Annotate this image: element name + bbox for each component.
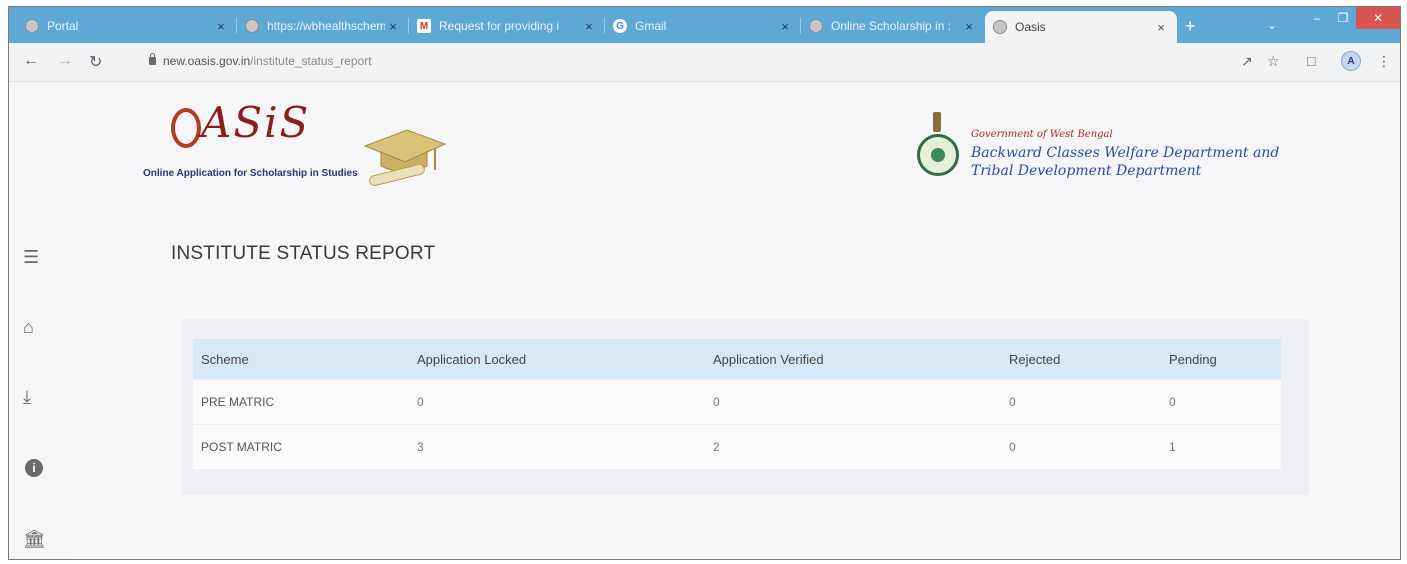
- table-row: POST MATRIC 3 2 0 1: [193, 424, 1281, 469]
- close-tab-icon[interactable]: ×: [581, 19, 597, 34]
- tab-title: Portal: [47, 19, 79, 33]
- share-icon[interactable]: ↗: [1241, 53, 1253, 70]
- sidebar: ☰ ⌂ ⤓ i 🏛: [9, 207, 69, 559]
- oasis-logo-text: ASiS: [201, 98, 311, 147]
- bookmark-star-icon[interactable]: ☆: [1267, 53, 1280, 70]
- tab-oasis[interactable]: Oasis ×: [985, 11, 1177, 43]
- bank-icon[interactable]: 🏛: [23, 529, 46, 550]
- table-header-row: Scheme Application Locked Application Ve…: [193, 339, 1281, 380]
- close-tab-icon[interactable]: ×: [777, 19, 793, 34]
- tab-search-chevron-icon[interactable]: ⌄: [1267, 18, 1277, 32]
- main-content: INSTITUTE STATUS REPORT Scheme Applicati…: [69, 207, 1399, 559]
- google-icon: G: [613, 19, 627, 33]
- tab-request-email[interactable]: M Request for providing i ×: [409, 11, 605, 41]
- globe-icon: [993, 20, 1007, 34]
- rejected-cell: 0: [1001, 379, 1161, 425]
- forward-arrow-icon[interactable]: →: [57, 52, 73, 70]
- department-line-2: Tribal Development Department: [971, 163, 1202, 179]
- minimize-icon[interactable]: –: [1304, 7, 1330, 29]
- tab-wbhealthscheme[interactable]: https://wbhealthschem ×: [237, 11, 409, 41]
- tab-title: https://wbhealthschem: [267, 19, 385, 33]
- browser-window: Portal × https://wbhealthschem × M Reque…: [8, 6, 1401, 560]
- tab-title: Oasis: [1015, 20, 1046, 34]
- profile-avatar[interactable]: A: [1341, 51, 1361, 71]
- back-arrow-icon[interactable]: ←: [23, 52, 39, 70]
- download-icon[interactable]: ⤓: [23, 387, 31, 408]
- rejected-cell: 0: [1001, 424, 1161, 469]
- column-header: Application Verified: [713, 351, 824, 367]
- browser-toolbar: ← → ↻ new.oasis.gov.in/institute_status_…: [9, 43, 1400, 82]
- column-header: Application Locked: [417, 351, 527, 367]
- home-icon[interactable]: ⌂: [23, 317, 34, 338]
- window-close-icon[interactable]: ✕: [1356, 7, 1400, 29]
- scheme-cell: POST MATRIC: [193, 424, 409, 469]
- url-path: /institute_status_report: [250, 54, 372, 68]
- globe-icon: [245, 19, 259, 33]
- restore-icon[interactable]: ❐: [1330, 7, 1356, 29]
- tab-strip: Portal × https://wbhealthschem × M Reque…: [9, 7, 1400, 43]
- scheme-cell: PRE MATRIC: [193, 379, 409, 425]
- address-bar[interactable]: new.oasis.gov.in/institute_status_report: [163, 54, 372, 68]
- gmail-icon: M: [417, 19, 431, 33]
- state-emblem-icon: [933, 112, 941, 132]
- graduation-cap-icon: [363, 129, 447, 187]
- tab-online-scholarship[interactable]: Online Scholarship in : ×: [801, 11, 985, 41]
- close-tab-icon[interactable]: ×: [213, 19, 229, 34]
- tab-title: Online Scholarship in :: [831, 19, 952, 33]
- column-header: Rejected: [1009, 351, 1061, 367]
- tab-title: Request for providing i: [439, 19, 560, 33]
- page-title: INSTITUTE STATUS REPORT: [171, 243, 436, 264]
- menu-icon[interactable]: ☰: [23, 247, 39, 268]
- column-header: Pending: [1169, 351, 1217, 367]
- tab-gmail[interactable]: G Gmail ×: [605, 11, 801, 41]
- close-tab-icon[interactable]: ×: [385, 19, 401, 34]
- info-icon[interactable]: i: [25, 459, 43, 477]
- globe-icon: [809, 19, 823, 33]
- government-label: Government of West Bengal: [971, 129, 1113, 140]
- west-bengal-emblem-icon: [917, 134, 959, 176]
- url-host: new.oasis.gov.in: [163, 54, 251, 68]
- reload-icon[interactable]: ↻: [89, 52, 102, 72]
- kebab-menu-icon[interactable]: ⋮: [1377, 53, 1391, 70]
- close-tab-icon[interactable]: ×: [1153, 20, 1169, 35]
- globe-icon: [25, 19, 39, 33]
- side-panel-icon[interactable]: □: [1307, 53, 1315, 69]
- status-report-table: Scheme Application Locked Application Ve…: [193, 339, 1281, 469]
- locked-cell: 0: [409, 379, 705, 425]
- logo-tagline: Online Application for Scholarship in St…: [143, 168, 358, 179]
- close-tab-icon[interactable]: ×: [961, 19, 977, 34]
- pending-cell: 0: [1161, 379, 1281, 425]
- tab-portal[interactable]: Portal ×: [17, 11, 237, 41]
- pending-cell: 1: [1161, 424, 1281, 469]
- locked-cell: 3: [409, 424, 705, 469]
- verified-cell: 0: [705, 379, 1001, 425]
- department-name: Backward Classes Welfare Department and …: [971, 144, 1279, 180]
- lock-icon: [149, 53, 156, 65]
- tab-title: Gmail: [635, 19, 667, 33]
- new-tab-button[interactable]: +: [1185, 16, 1196, 37]
- oasis-logo-ring: [171, 108, 201, 148]
- table-row: PRE MATRIC 0 0 0 0: [193, 379, 1281, 425]
- department-line-1: Backward Classes Welfare Department and: [971, 145, 1280, 161]
- column-header: Scheme: [201, 351, 249, 367]
- verified-cell: 2: [705, 424, 1001, 469]
